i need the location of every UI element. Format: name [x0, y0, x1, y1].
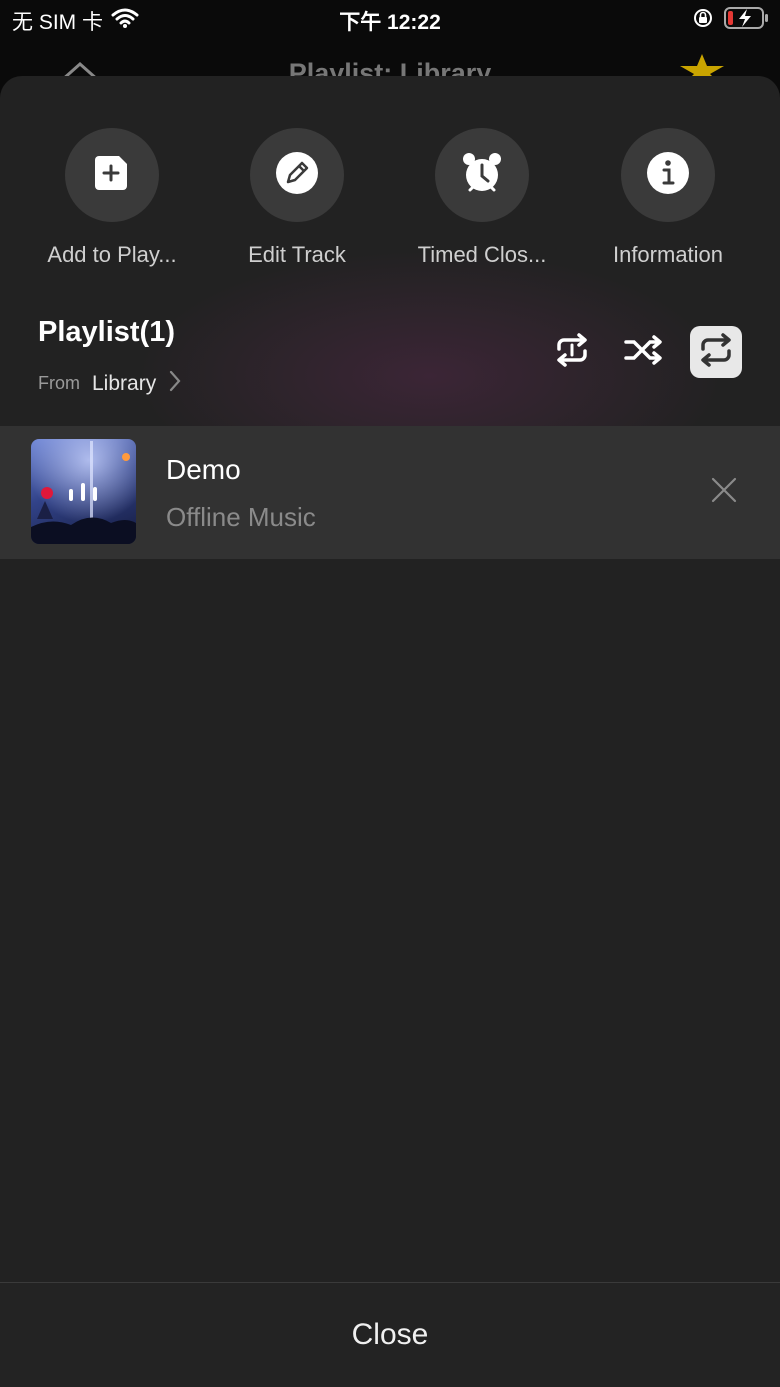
timed-close-button[interactable] — [435, 128, 529, 222]
battery-charging-icon — [724, 6, 770, 35]
timed-close-action[interactable]: Timed Clos... — [392, 128, 572, 268]
information-action[interactable]: Information — [578, 128, 758, 268]
track-subtitle: Offline Music — [166, 502, 316, 532]
repeat-all-button[interactable] — [546, 326, 598, 378]
playlist-source[interactable]: From Library — [38, 369, 182, 398]
status-time: 下午 12:22 — [339, 11, 441, 34]
playlist-sheet: Add to Play... Edit Track Timed Clos... … — [0, 76, 780, 1387]
repeat-icon — [697, 332, 735, 372]
add-to-playlist-button[interactable] — [65, 128, 159, 222]
edit-track-label: Edit Track — [248, 242, 346, 267]
now-playing-icon — [67, 483, 99, 510]
repeat-button[interactable] — [690, 326, 742, 378]
playlist-title: Playlist(1) — [38, 316, 175, 348]
add-to-playlist-action[interactable]: Add to Play... — [22, 128, 202, 268]
timed-close-label: Timed Clos... — [417, 242, 547, 267]
pencil-icon — [274, 150, 320, 201]
remove-track-icon[interactable] — [710, 476, 738, 509]
status-bar: 无 SIM 卡 下午 12:22 — [0, 0, 780, 40]
close-label: Close — [351, 1318, 429, 1351]
from-value[interactable]: Library — [92, 372, 156, 396]
playlist-header: Playlist(1) From Library — [38, 316, 182, 398]
edit-track-action[interactable]: Edit Track — [207, 128, 387, 268]
information-label: Information — [612, 242, 724, 267]
shuffle-icon — [624, 334, 664, 371]
information-button[interactable] — [621, 128, 715, 222]
alarm-clock-icon — [459, 150, 505, 201]
info-icon — [645, 150, 691, 201]
add-to-playlist-label: Add to Play... — [47, 242, 177, 267]
add-to-playlist-icon — [91, 152, 133, 199]
album-cover — [31, 439, 136, 544]
from-label: From — [38, 373, 80, 393]
repeat-all-icon — [553, 332, 591, 372]
action-row: Add to Play... Edit Track Timed Clos... … — [0, 128, 780, 278]
track-title: Demo — [166, 454, 241, 485]
screen: 无 SIM 卡 下午 12:22 Playlist: Library Add t… — [0, 0, 780, 1387]
chevron-right-icon — [168, 369, 182, 398]
orientation-lock-icon — [692, 7, 714, 34]
shuffle-button[interactable] — [618, 326, 670, 378]
track-row[interactable]: Demo Offline Music — [0, 426, 780, 559]
play-mode-controls — [546, 326, 742, 378]
status-right — [692, 6, 770, 35]
close-button[interactable]: Close — [0, 1282, 780, 1387]
edit-track-button[interactable] — [250, 128, 344, 222]
